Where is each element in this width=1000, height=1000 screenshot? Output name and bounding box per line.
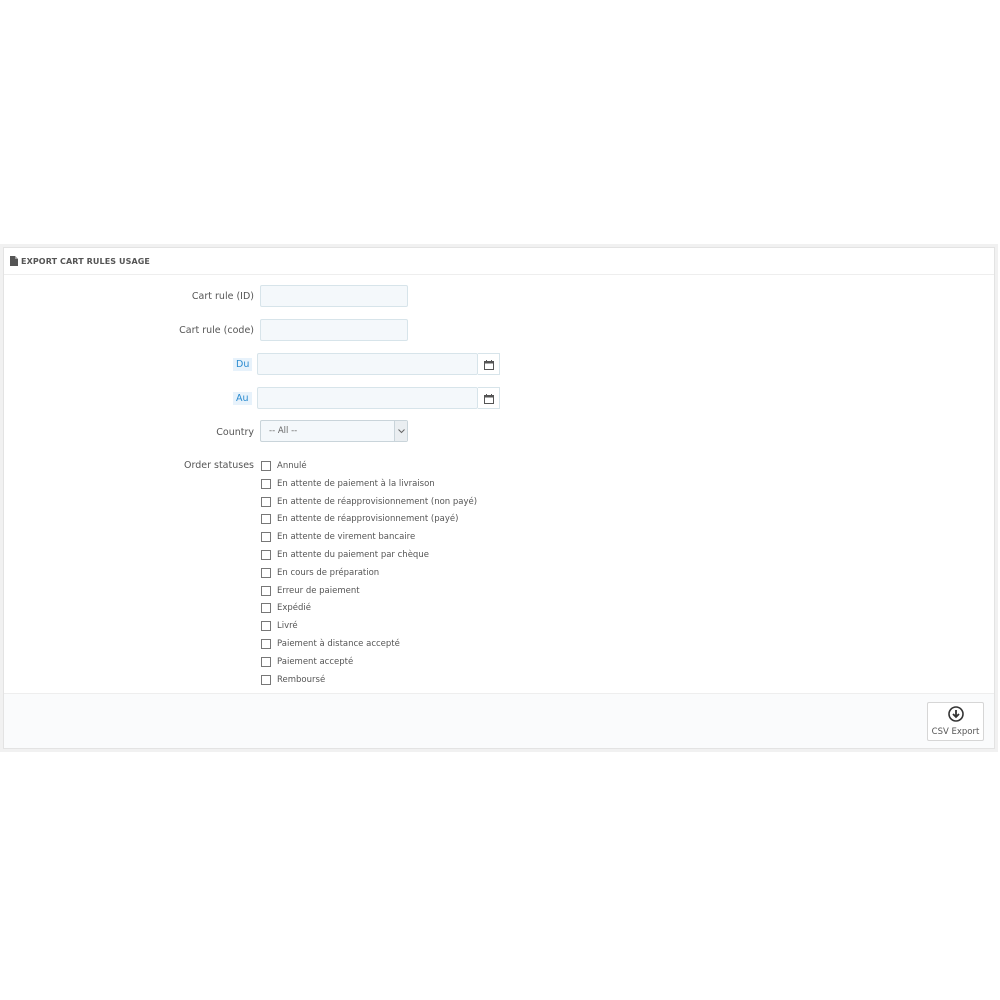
date-from-label: Du xyxy=(233,358,253,371)
order-status-option[interactable]: Annulé xyxy=(260,459,307,473)
cart-rule-code-input[interactable] xyxy=(260,319,408,341)
date-to-input[interactable] xyxy=(257,387,478,409)
order-status-label: Annulé xyxy=(277,461,307,471)
order-status-label: En attente de paiement à la livraison xyxy=(277,478,435,489)
date-from-calendar-button[interactable] xyxy=(478,353,500,375)
order-status-label: Expédié xyxy=(277,603,312,614)
order-status-option[interactable]: Erreur de paiement xyxy=(260,584,360,598)
calendar-icon xyxy=(483,355,494,374)
date-to-calendar-button[interactable] xyxy=(478,387,500,409)
order-status-checkbox[interactable] xyxy=(261,656,271,667)
download-circle-icon xyxy=(947,706,964,727)
country-select[interactable]: -- All -- xyxy=(260,420,408,442)
order-status-checkbox[interactable] xyxy=(261,461,271,471)
order-status-option[interactable]: En attente de paiement à la livraison xyxy=(260,477,435,491)
order-status-option[interactable]: En cours de préparation xyxy=(260,566,379,580)
order-status-label: Paiement accepté xyxy=(277,656,354,667)
file-icon xyxy=(10,256,18,266)
order-status-checkbox[interactable] xyxy=(261,639,271,649)
order-status-label: Livré xyxy=(277,621,298,632)
chevron-down-icon xyxy=(394,421,407,441)
country-select-value: -- All -- xyxy=(269,426,298,436)
order-status-checkbox[interactable] xyxy=(261,514,271,525)
order-status-label: Erreur de paiement xyxy=(277,585,360,596)
date-from-input[interactable] xyxy=(257,353,478,375)
csv-export-label: CSV Export xyxy=(931,727,980,737)
cart-rule-id-label: Cart rule (ID) xyxy=(191,291,254,302)
date-to-label: Au xyxy=(233,392,252,405)
order-status-checkbox[interactable] xyxy=(261,674,271,685)
panel-footer: CSV Export xyxy=(4,693,994,748)
order-status-label: Remboursé xyxy=(277,674,326,685)
order-status-checkbox[interactable] xyxy=(261,567,271,578)
order-status-checkbox[interactable] xyxy=(261,532,271,543)
panel-title: EXPORT CART RULES USAGE xyxy=(21,256,150,266)
order-status-label: En attente de réapprovisionnement (non p… xyxy=(277,496,478,507)
order-status-option[interactable]: Expédié xyxy=(260,601,311,615)
order-status-checkbox[interactable] xyxy=(261,603,271,614)
order-status-option[interactable]: Remboursé xyxy=(260,673,325,687)
order-status-option[interactable]: En attente du paiement par chèque xyxy=(260,548,429,562)
order-status-checkbox[interactable] xyxy=(261,585,271,596)
order-status-option[interactable]: En attente de réapprovisionnement (non p… xyxy=(260,495,477,509)
order-status-label: En attente de réapprovisionnement (payé) xyxy=(277,514,459,525)
country-label: Country xyxy=(216,427,254,438)
order-status-label: Paiement à distance accepté xyxy=(277,639,400,649)
cart-rule-id-input[interactable] xyxy=(260,285,408,307)
order-status-checkbox[interactable] xyxy=(261,621,271,632)
order-status-label: En attente du paiement par chèque xyxy=(277,550,429,560)
order-status-label: En cours de préparation xyxy=(277,567,380,578)
order-status-checkbox[interactable] xyxy=(261,478,271,489)
panel-heading: EXPORT CART RULES USAGE xyxy=(4,248,994,275)
csv-export-button[interactable]: CSV Export xyxy=(927,702,984,741)
order-status-checkbox[interactable] xyxy=(261,496,271,507)
order-status-option[interactable]: Paiement accepté xyxy=(260,655,353,669)
order-status-option[interactable]: Livré xyxy=(260,619,298,633)
export-cart-rules-panel: EXPORT CART RULES USAGE Cart rule (ID) C… xyxy=(3,247,995,749)
order-status-label: En attente de virement bancaire xyxy=(277,532,416,543)
order-statuses-label: Order statuses xyxy=(183,460,254,471)
cart-rule-code-label: Cart rule (code) xyxy=(179,325,254,336)
order-status-option[interactable]: En attente de réapprovisionnement (payé) xyxy=(260,512,458,526)
order-status-option[interactable]: En attente de virement bancaire xyxy=(260,530,415,544)
order-status-checkbox[interactable] xyxy=(261,550,271,560)
calendar-icon xyxy=(483,389,494,408)
order-status-option[interactable]: Paiement à distance accepté xyxy=(260,637,400,651)
